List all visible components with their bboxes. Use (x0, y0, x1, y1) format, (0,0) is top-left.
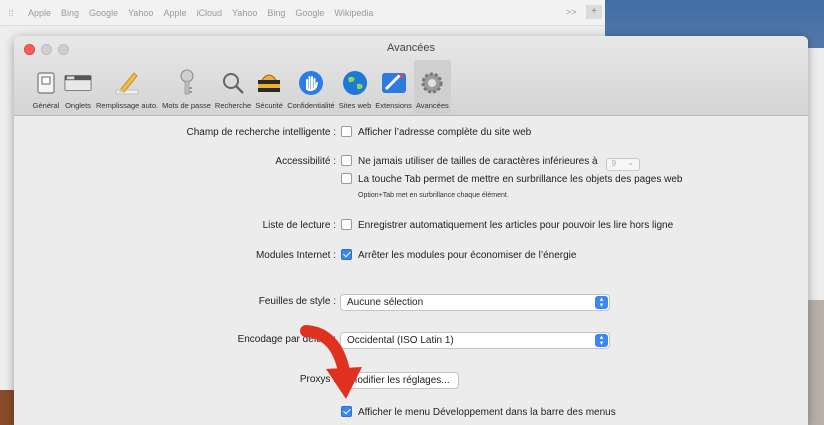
general-switch-icon (32, 69, 60, 97)
tab-label: Sites web (338, 101, 372, 110)
window-titlebar: Avancées Général Onglets Remplissage aut… (14, 36, 808, 116)
tab-search[interactable]: Recherche (213, 60, 253, 114)
tab-label: Extensions (375, 101, 412, 110)
style-sheets-popup[interactable]: Aucune sélection ▴ ▾ (340, 294, 610, 311)
extensions-icon (380, 69, 408, 97)
tab-general[interactable]: Général (30, 60, 62, 114)
show-develop-menu-label: Afficher le menu Développement dans la b… (358, 407, 616, 418)
modify-proxy-settings-button[interactable]: Modifier les réglages... (340, 372, 459, 389)
min-font-size-option[interactable]: Ne jamais utiliser de tailles de caractè… (341, 155, 640, 171)
globe-icon (341, 69, 369, 97)
tab-extensions[interactable]: Extensions (373, 60, 414, 114)
popup-arrows-icon: ▴ ▾ (595, 296, 608, 309)
style-sheets-value: Aucune sélection (347, 297, 424, 308)
show-full-address-checkbox[interactable] (341, 126, 352, 137)
tab-advanced[interactable]: Avancées (413, 60, 451, 114)
tab-label: Avancées (415, 101, 449, 110)
preferences-window: Avancées Général Onglets Remplissage aut… (14, 36, 808, 425)
new-tab-button[interactable]: + (586, 5, 602, 19)
bookmark-item[interactable]: iCloud (196, 8, 222, 18)
min-font-size-checkbox[interactable] (341, 155, 352, 166)
bookmark-item[interactable]: Apple (163, 8, 186, 18)
default-encoding-popup[interactable]: Occidental (ISO Latin 1) ▴ ▾ (340, 332, 610, 349)
privacy-hand-icon (297, 69, 325, 97)
show-full-address-label: Afficher l’adresse complète du site web (358, 127, 532, 138)
bookmark-item[interactable]: Yahoo (128, 8, 153, 18)
bookmarks-overflow-button[interactable]: >> (566, 7, 577, 17)
search-icon (219, 69, 247, 97)
tab-label: Sécurité (255, 101, 283, 110)
tab-websites[interactable]: Sites web (337, 60, 374, 114)
tab-highlight-checkbox[interactable] (341, 173, 352, 184)
bookmark-item[interactable]: Google (89, 8, 118, 18)
show-develop-menu-checkbox[interactable] (341, 406, 352, 417)
save-articles-offline-label: Enregistrer automatiquement les articles… (358, 220, 674, 231)
default-encoding-label: Encodage par défaut : (237, 334, 336, 345)
stop-plugins-label: Arrêter les modules pour économiser de l… (358, 250, 577, 261)
tabs-icon (64, 69, 92, 97)
tab-label: Recherche (214, 101, 252, 110)
tab-label: Confidentialité (287, 101, 335, 110)
bookmark-item[interactable]: Wikipedia (334, 8, 373, 18)
min-font-size-label: Ne jamais utiliser de tailles de caractè… (358, 156, 598, 167)
security-icon (255, 69, 283, 97)
chevron-down-icon: ⌄ (627, 160, 634, 167)
window-title: Avancées (386, 42, 436, 54)
accessibility-label: Accessibilité : (275, 156, 336, 167)
bookmark-item[interactable]: Google (295, 8, 324, 18)
stop-plugins-checkbox[interactable] (341, 249, 352, 260)
tab-label: Général (32, 101, 60, 110)
reading-list-label: Liste de lecture : (262, 220, 336, 231)
min-font-size-select[interactable]: 9 ⌄ (605, 158, 640, 171)
tab-label: Mots de passe (162, 101, 211, 110)
bookmark-item[interactable]: Bing (267, 8, 285, 18)
smart-search-option[interactable]: Afficher l’adresse complète du site web (341, 126, 531, 138)
advanced-settings-pane: Champ de recherche intelligente : Affich… (14, 116, 808, 425)
stop-plugins-option[interactable]: Arrêter les modules pour économiser de l… (341, 249, 576, 261)
tab-label: Remplissage auto. (96, 101, 159, 110)
desktop-background (808, 300, 824, 425)
bookmark-item[interactable]: Yahoo (232, 8, 257, 18)
tab-security[interactable]: Sécurité (253, 60, 285, 114)
default-encoding-value: Occidental (ISO Latin 1) (347, 335, 454, 346)
proxies-label: Proxys : (299, 374, 336, 385)
key-icon (173, 69, 201, 97)
style-sheets-label: Feuilles de style : (258, 296, 336, 307)
tab-highlight-option[interactable]: La touche Tab permet de mettre en surbri… (341, 173, 682, 185)
tab-passwords[interactable]: Mots de passe (160, 60, 213, 114)
pencil-icon (113, 69, 141, 97)
tab-autofill[interactable]: Remplissage auto. (94, 60, 160, 114)
tab-label: Onglets (65, 101, 91, 110)
tab-highlight-label: La touche Tab permet de mettre en surbri… (358, 174, 683, 185)
popup-arrows-icon: ▴ ▾ (595, 334, 608, 347)
tab-privacy[interactable]: Confidentialité (285, 60, 337, 114)
smart-search-label: Champ de recherche intelligente : (186, 127, 336, 138)
save-articles-offline-checkbox[interactable] (341, 219, 352, 230)
develop-menu-option[interactable]: Afficher le menu Développement dans la b… (341, 406, 616, 418)
tab-highlight-hint: Option+Tab met en surbrillance chaque él… (358, 192, 509, 199)
bookmark-item[interactable]: Bing (61, 8, 79, 18)
reading-list-option[interactable]: Enregistrer automatiquement les articles… (341, 219, 673, 231)
preferences-toolbar: Général Onglets Remplissage auto. Mots d… (30, 58, 451, 114)
internet-plugins-label: Modules Internet : (255, 250, 336, 261)
tab-tabs[interactable]: Onglets (62, 60, 94, 114)
grid-icon: ⁞⁞ (8, 7, 14, 18)
bookmark-item[interactable]: Apple (28, 8, 51, 18)
desktop-background (0, 390, 14, 425)
gear-icon (418, 69, 446, 97)
